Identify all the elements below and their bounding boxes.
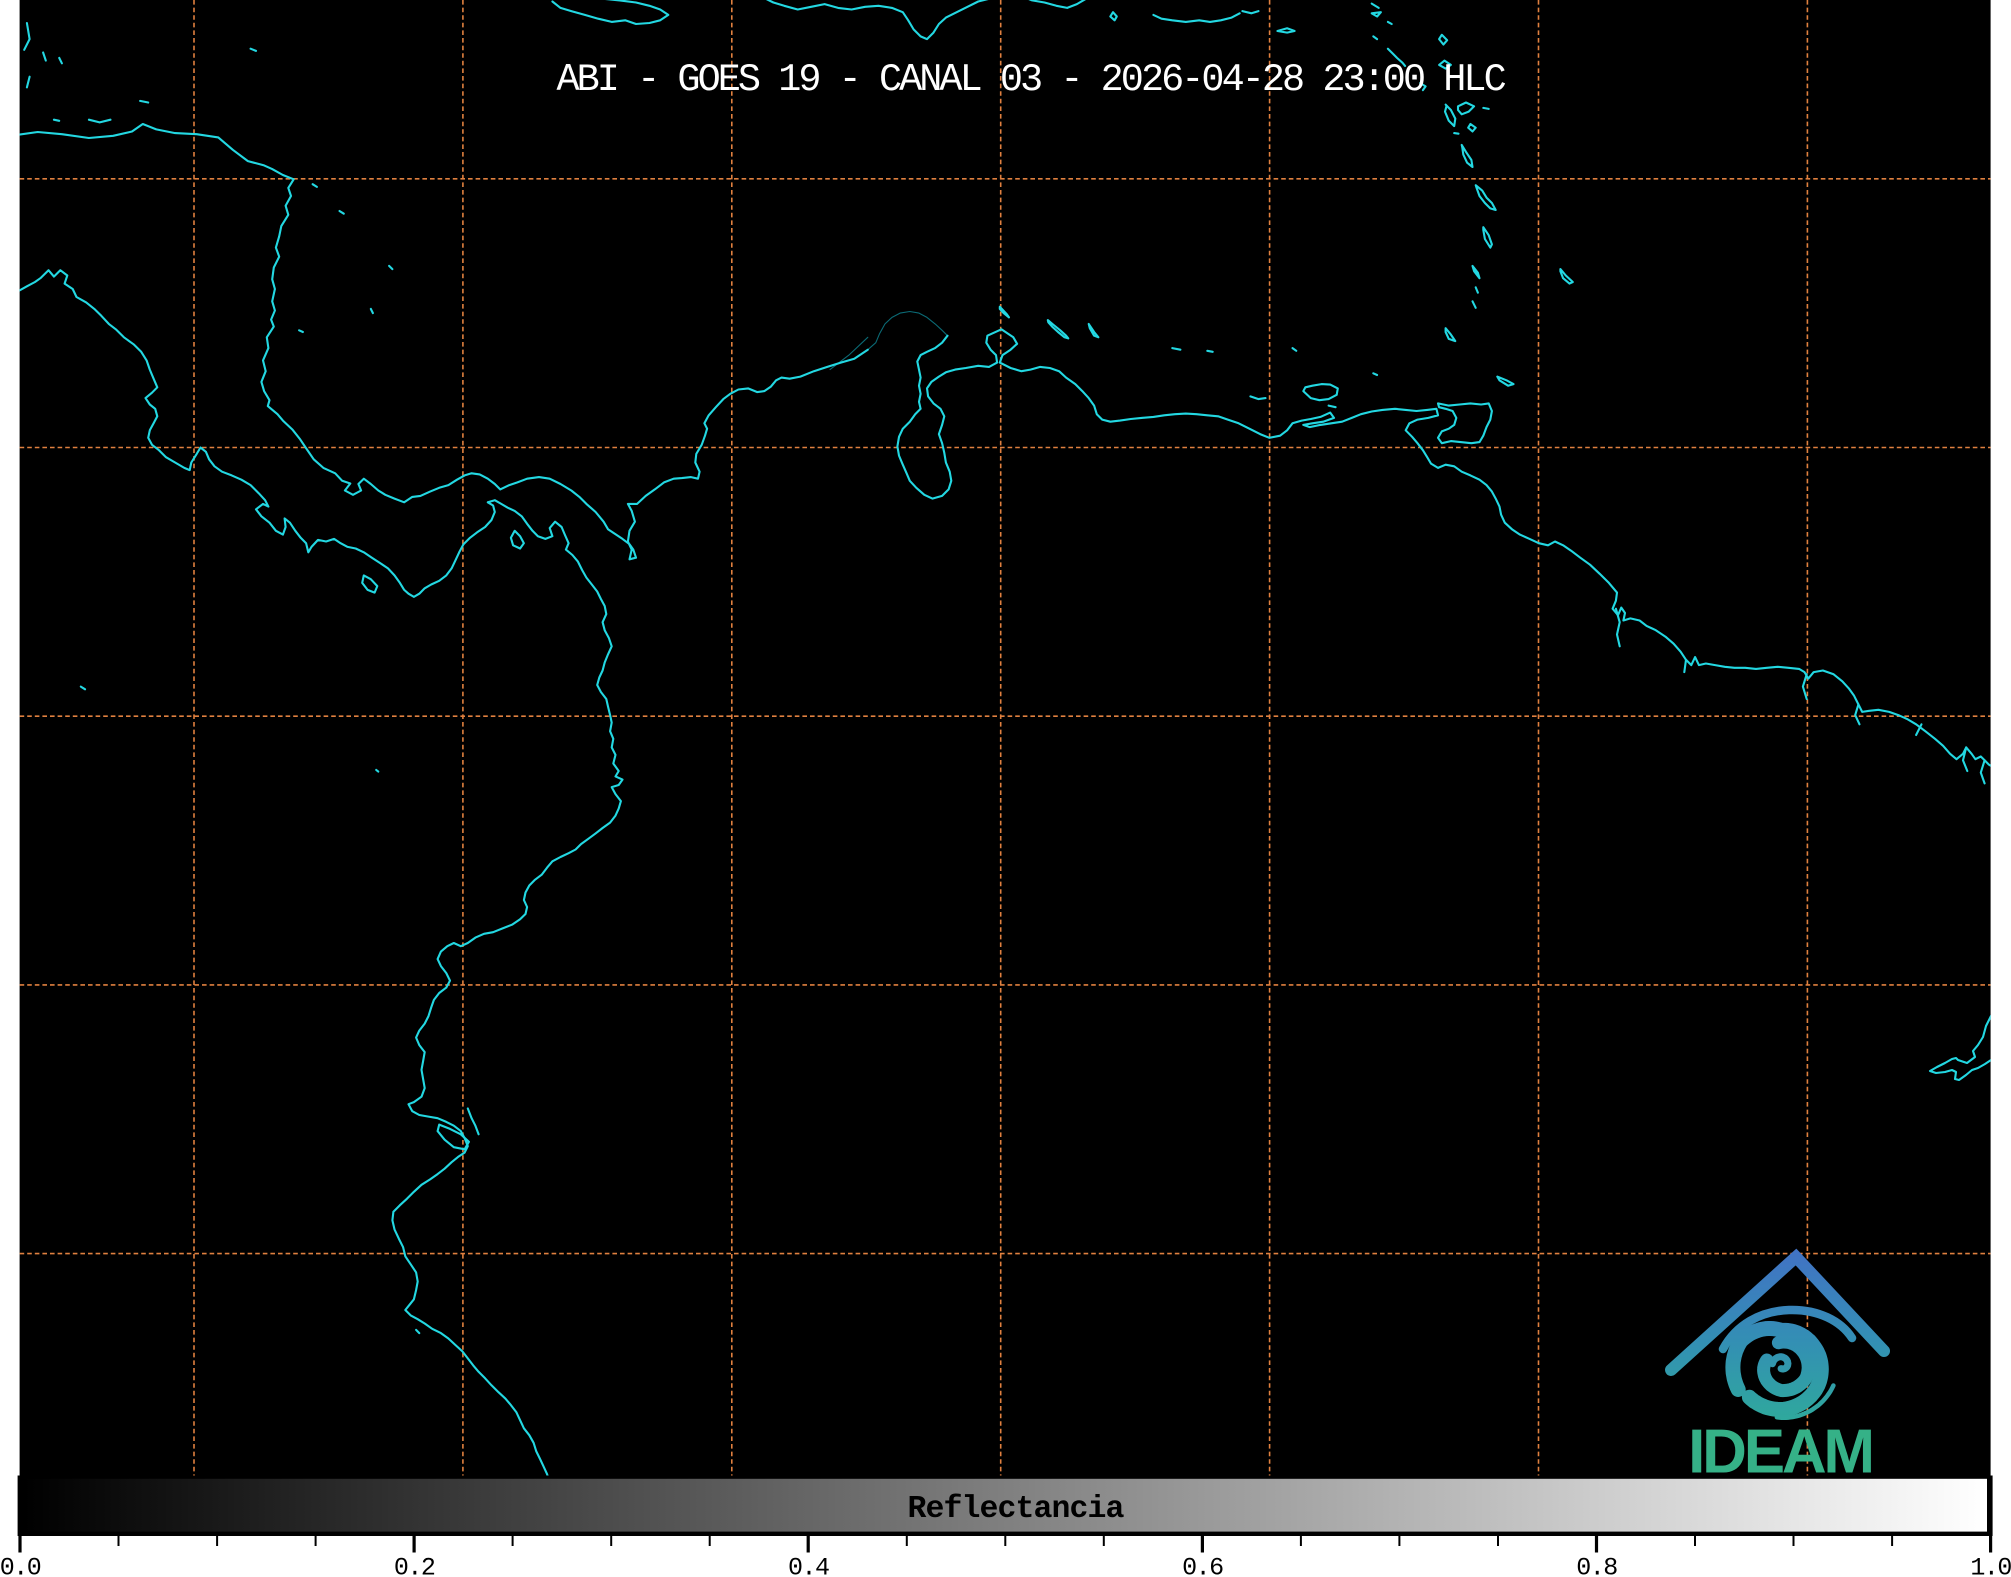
svg-text:0.6: 0.6 [1182,1554,1223,1577]
svg-text:0.8: 0.8 [1576,1554,1617,1577]
svg-text:1.0: 1.0 [1970,1554,2011,1577]
svg-text:0.2: 0.2 [394,1554,435,1577]
svg-text:ABI - GOES 19 - CANAL 03 - 202: ABI - GOES 19 - CANAL 03 - 2026-04-28 23… [557,58,1506,102]
svg-text:Reflectancia: Reflectancia [907,1492,1124,1527]
svg-text:0.4: 0.4 [788,1554,829,1577]
svg-text:0.0: 0.0 [0,1554,41,1577]
